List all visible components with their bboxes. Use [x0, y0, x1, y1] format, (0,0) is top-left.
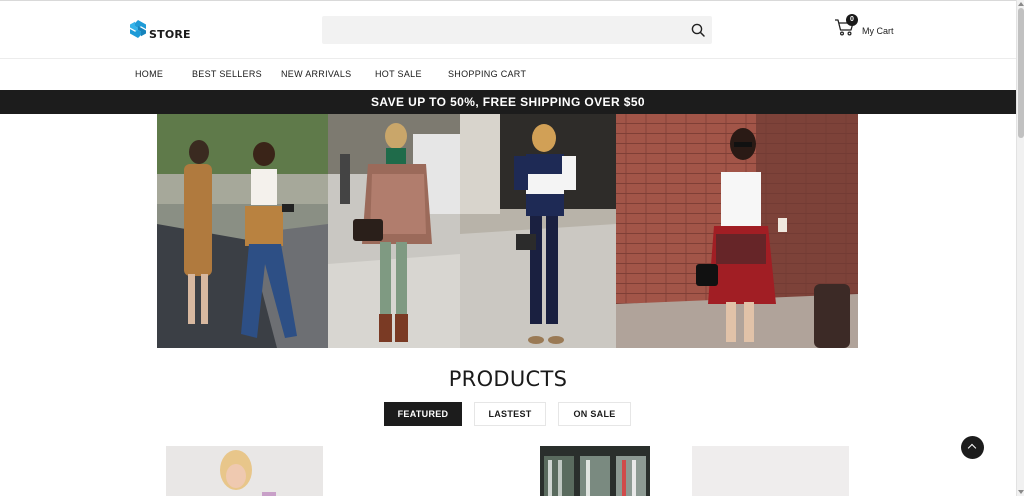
- logo-text: STORE: [149, 28, 191, 41]
- promo-banner: SAVE UP TO 50%, FREE SHIPPING OVER $50: [0, 90, 1016, 114]
- product-card[interactable]: [540, 446, 650, 496]
- product-image: [166, 446, 323, 496]
- nav-item-home[interactable]: HOME: [135, 69, 163, 79]
- store-logo[interactable]: STORE: [128, 19, 191, 44]
- tab-featured[interactable]: FEATURED: [384, 402, 462, 426]
- main-nav: HOME BEST SELLERS NEW ARRIVALS HOT SALE …: [0, 60, 1016, 90]
- page-scrollbar[interactable]: [1016, 0, 1024, 496]
- product-tabs: FEATURED LASTEST ON SALE: [384, 402, 631, 426]
- nav-item-hot-sale[interactable]: HOT SALE: [375, 69, 422, 79]
- tab-on-sale[interactable]: ON SALE: [558, 402, 631, 426]
- hero-photo-striped-top: [460, 114, 616, 348]
- hero-photo-brick-wall: [616, 114, 858, 348]
- store-logo-icon: [128, 19, 148, 44]
- cart-label: My Cart: [862, 26, 894, 36]
- search-bar: [322, 16, 712, 44]
- hero-photo-plaid-cape: [328, 114, 460, 348]
- scroll-up-arrow[interactable]: [1018, 2, 1024, 6]
- chevron-up-icon[interactable]: [961, 436, 984, 459]
- products-heading: PRODUCTS: [448, 367, 568, 391]
- search-icon[interactable]: [690, 22, 706, 38]
- hero-banner-image[interactable]: [157, 114, 858, 348]
- product-card[interactable]: [692, 446, 849, 496]
- scroll-down-arrow[interactable]: [1018, 490, 1024, 494]
- store-page: STORE 0 My Cart HOME BEST SELLERS NEW AR…: [0, 0, 1016, 496]
- nav-item-best-sellers[interactable]: BEST SELLERS: [192, 69, 262, 79]
- search-input[interactable]: [322, 16, 712, 44]
- shopping-cart-icon: 0: [834, 14, 858, 37]
- cart-button[interactable]: 0 My Cart: [834, 14, 894, 37]
- tab-lastest[interactable]: LASTEST: [474, 402, 546, 426]
- product-image: [540, 446, 650, 496]
- nav-item-new-arrivals[interactable]: NEW ARRIVALS: [281, 69, 351, 79]
- cart-count-badge: 0: [846, 14, 858, 26]
- scrollbar-thumb[interactable]: [1018, 8, 1024, 138]
- nav-item-shopping-cart[interactable]: SHOPPING CART: [448, 69, 526, 79]
- product-card[interactable]: [166, 446, 323, 496]
- site-header: STORE 0 My Cart: [0, 1, 1016, 59]
- hero-photo-street-duo: [157, 114, 328, 348]
